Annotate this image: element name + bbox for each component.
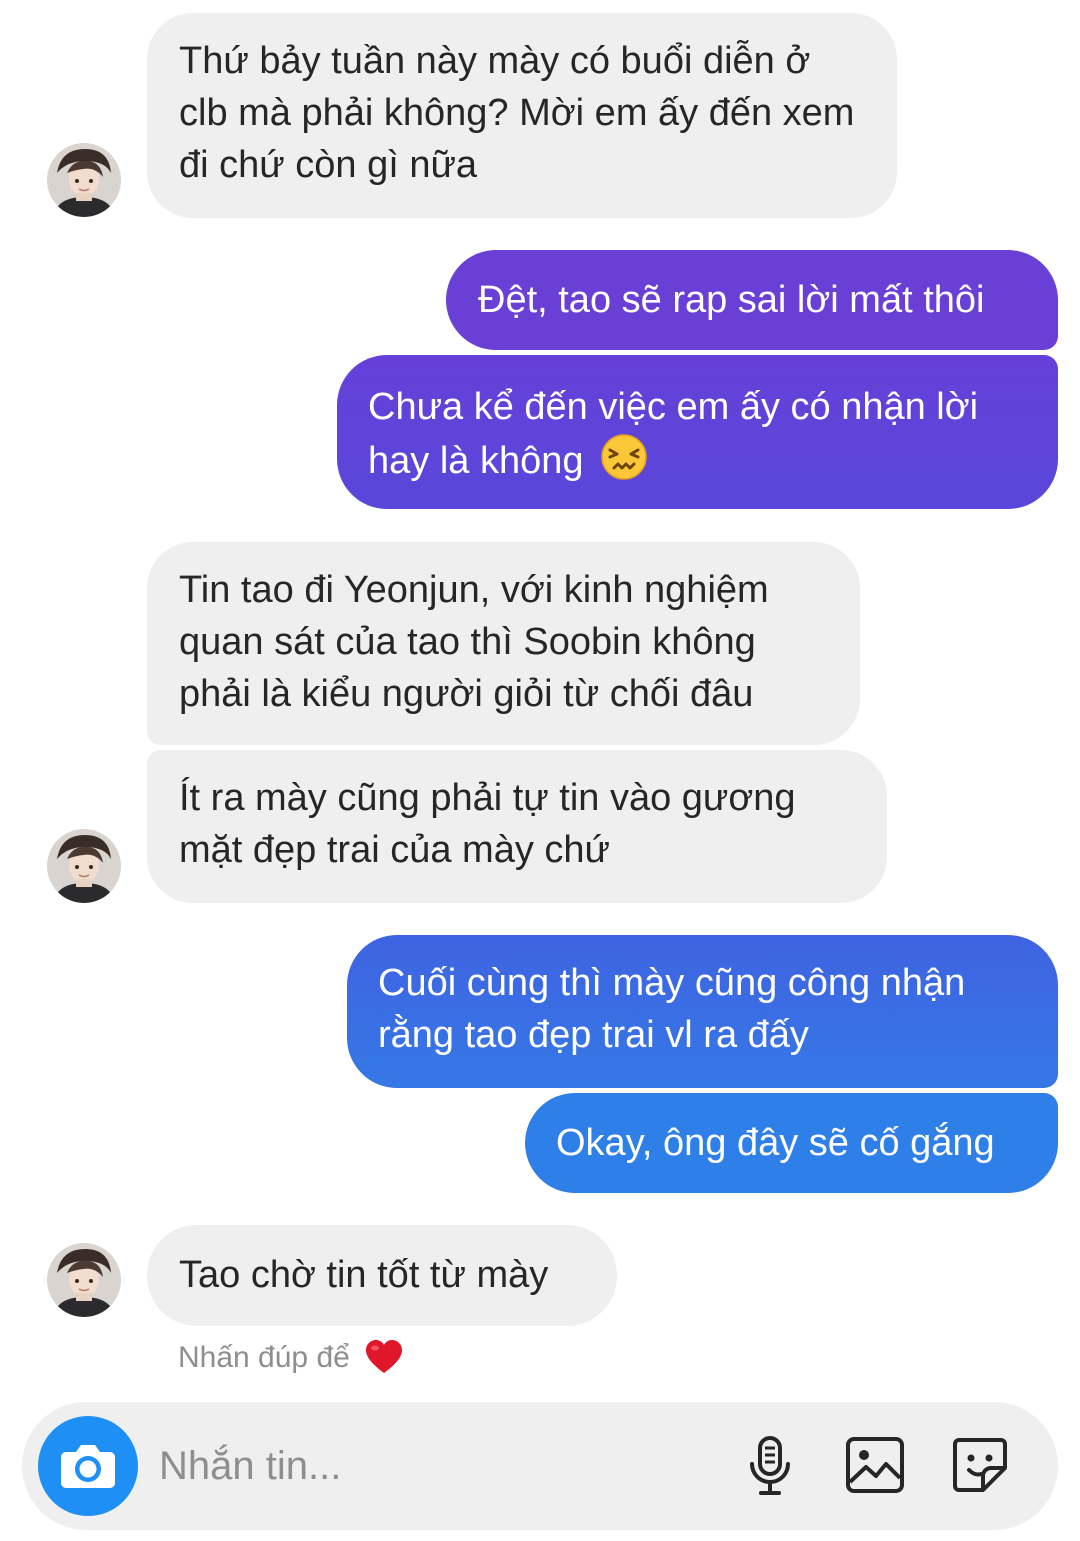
- message-composer: Nhắn tin...: [22, 1402, 1058, 1530]
- outgoing-message-bubble[interactable]: Okay, ông đây sẽ cố gắng: [525, 1093, 1058, 1193]
- message-text: Cuối cùng thì mày cũng công nhận rằng ta…: [378, 962, 966, 1056]
- incoming-message-bubble[interactable]: Tao chờ tin tốt từ mày: [147, 1225, 617, 1326]
- confounded-face-icon: [601, 434, 647, 480]
- message-text: Thứ bảy tuần này mày có buổi diễn ở clb …: [179, 40, 855, 186]
- contact-avatar[interactable]: [47, 829, 121, 903]
- outgoing-message-bubble[interactable]: Chưa kể đến việc em ấy có nhận lời hay l…: [337, 355, 1058, 509]
- incoming-message-bubble[interactable]: Thứ bảy tuần này mày có buổi diễn ở clb …: [147, 13, 897, 218]
- sticker-icon[interactable]: [947, 1432, 1013, 1498]
- camera-icon: [61, 1445, 115, 1488]
- hint-text: Nhấn đúp để: [178, 1341, 350, 1374]
- message-text: Okay, ông đây sẽ cố gắng: [556, 1122, 995, 1164]
- microphone-icon[interactable]: [737, 1432, 803, 1498]
- message-text: Tao chờ tin tốt từ mày: [179, 1254, 549, 1296]
- message-text: Ít ra mày cũng phải tự tin vào gương mặt…: [179, 777, 796, 871]
- message-input-placeholder: Nhắn tin...: [159, 1444, 342, 1488]
- outgoing-message-bubble[interactable]: Cuối cùng thì mày cũng công nhận rằng ta…: [347, 935, 1058, 1088]
- incoming-message-bubble[interactable]: Tin tao đi Yeonjun, với kinh nghiệm quan…: [147, 542, 860, 745]
- message-input[interactable]: Nhắn tin...: [159, 1440, 341, 1492]
- message-text: Tin tao đi Yeonjun, với kinh nghiệm quan…: [179, 569, 769, 715]
- incoming-message-bubble[interactable]: Ít ra mày cũng phải tự tin vào gương mặt…: [147, 750, 887, 903]
- outgoing-message-bubble[interactable]: Đệt, tao sẽ rap sai lời mất thôi: [446, 250, 1058, 350]
- message-text: Đệt, tao sẽ rap sai lời mất thôi: [478, 279, 985, 321]
- camera-button[interactable]: [38, 1416, 138, 1516]
- message-text: Chưa kể đến việc em ấy có nhận lời hay l…: [368, 386, 979, 482]
- heart-icon: [366, 1340, 403, 1373]
- gallery-icon[interactable]: [842, 1432, 908, 1498]
- double-tap-like-hint: Nhấn đúp để: [178, 1336, 404, 1380]
- contact-avatar[interactable]: [47, 143, 121, 217]
- contact-avatar[interactable]: [47, 1243, 121, 1317]
